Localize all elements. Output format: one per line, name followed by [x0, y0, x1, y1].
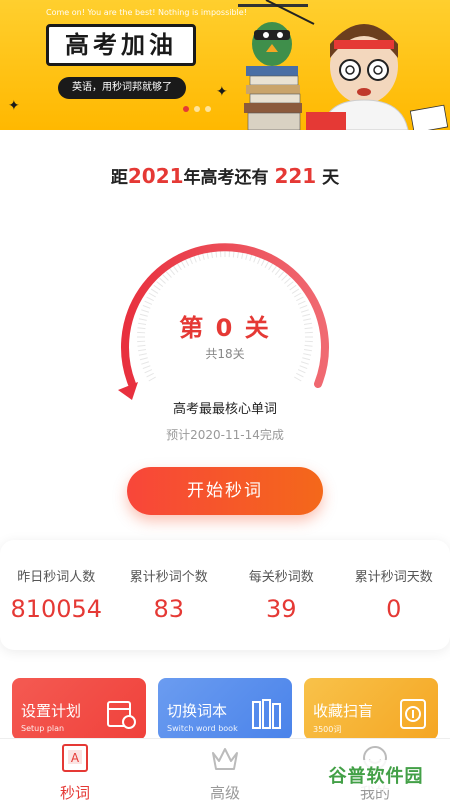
banner-subtitle: Come on! You are the best! Nothing is im…: [46, 8, 247, 17]
banner-title: 高考加油: [46, 24, 196, 66]
dial-tick: [142, 365, 151, 370]
stat-value: 39: [265, 595, 297, 623]
current-level: 第 0 关: [179, 314, 271, 342]
dial-tick: [144, 369, 153, 374]
dial-tick: [274, 268, 281, 276]
banner-slogan: 英语，用秒词邦就够了: [58, 77, 186, 99]
app-screen: Come on! You are the best! Nothing is im…: [0, 0, 450, 800]
calendar-icon: [107, 701, 136, 729]
card-title: 切换词本: [167, 702, 228, 720]
exam-countdown: 距2021年高考还有 221 天: [0, 163, 450, 188]
stat-value: 810054: [10, 595, 103, 623]
dial-tick: [271, 265, 278, 273]
dial-tick: [172, 265, 179, 273]
watermark-logo: 谷普软件园: [312, 760, 440, 790]
student-illustration: [238, 0, 449, 130]
dial-tick: [153, 284, 161, 291]
dial-tick: [296, 372, 304, 378]
dial-tick: [141, 361, 150, 365]
favorites-card[interactable]: 收藏扫盲 3500词: [304, 678, 438, 740]
tab-advanced[interactable]: 高级: [150, 739, 300, 800]
dial-tick: [156, 281, 164, 288]
tab-words[interactable]: A 秒词: [0, 739, 150, 800]
countdown-days: 221: [274, 164, 317, 188]
stat-words-per-level: 每关秒词数 39: [225, 540, 338, 650]
dial-tick: [297, 369, 306, 374]
stat-label: 昨日秒词人数: [17, 570, 96, 585]
sparkle-icon: ✦: [216, 84, 228, 100]
dial-tick: [296, 296, 304, 302]
crown-icon: [212, 748, 238, 770]
stat-label: 累计秒词个数: [129, 570, 208, 585]
stat-total-days: 累计秒词天数 0: [338, 540, 450, 650]
tab-label: 秒词: [59, 784, 90, 800]
word-card-icon: A: [62, 744, 88, 772]
stat-total-words: 累计秒词个数 83: [113, 540, 226, 650]
stat-value: 0: [386, 595, 402, 623]
switch-book-card[interactable]: 切换词本 Switch word book: [158, 678, 292, 740]
dial-tick: [278, 271, 285, 278]
banner-pager[interactable]: [183, 106, 223, 114]
pager-dot: [183, 106, 189, 112]
countdown-prefix: 距: [110, 168, 128, 188]
dial-tick: [162, 274, 169, 281]
card-subtitle: 3500词: [313, 725, 342, 734]
pager-dot: [205, 106, 211, 112]
dial-tick: [300, 361, 309, 365]
total-levels: 共18关: [205, 347, 245, 361]
countdown-middle: 年高考还有: [183, 168, 275, 188]
dial-tick: [289, 284, 297, 291]
svg-text:A: A: [71, 751, 80, 765]
pager-dot: [194, 106, 200, 112]
dial-tick: [291, 288, 300, 294]
dial-tick: [297, 300, 306, 305]
start-button[interactable]: 开始秒词: [127, 467, 323, 515]
stat-label: 每关秒词数: [248, 570, 314, 585]
tab-label: 高级: [209, 784, 240, 800]
card-subtitle: Setup plan: [21, 724, 65, 733]
word-book-name: 高考最最核心单词: [172, 402, 277, 417]
dial-tick: [176, 262, 182, 271]
dial-tick: [286, 281, 294, 288]
dial-tick: [180, 260, 186, 268]
stats-card: 昨日秒词人数 810054 累计秒词个数 83 每关秒词数 39 累计秒词天数 …: [0, 540, 450, 650]
dial-tick: [159, 277, 166, 284]
stat-yesterday-users: 昨日秒词人数 810054: [0, 540, 113, 650]
dial-tick: [144, 300, 153, 305]
stat-value: 83: [153, 595, 185, 623]
expected-finish: 预计2020-11-14完成: [166, 428, 284, 442]
dial-tick: [294, 376, 302, 382]
card-subtitle: Switch word book: [167, 724, 238, 733]
dial-tick: [169, 268, 176, 276]
feature-cards: 设置计划 Setup plan 切换词本 Switch word book 收藏…: [12, 678, 438, 740]
watermark-text: 谷普软件园: [328, 766, 424, 787]
dial-tick: [165, 271, 172, 278]
countdown-year: 2021: [127, 164, 184, 188]
dial-tick: [146, 372, 154, 378]
card-title: 收藏扫盲: [313, 702, 374, 720]
promo-banner[interactable]: Come on! You are the best! Nothing is im…: [0, 0, 450, 130]
archive-icon: [400, 699, 426, 729]
books-icon: [252, 699, 281, 729]
dial-tick: [294, 292, 302, 298]
dial-tick: [146, 296, 154, 302]
sparkle-icon: ✦: [8, 98, 20, 114]
dial-tick: [264, 260, 270, 268]
dial-tick: [148, 376, 156, 382]
dial-tick: [299, 365, 308, 370]
dial-tick: [268, 262, 274, 271]
dial-tick: [284, 277, 291, 284]
dial-tick: [148, 292, 156, 298]
stat-label: 累计秒词天数: [354, 570, 433, 585]
dial-tick: [281, 274, 288, 281]
dial-tick: [150, 288, 159, 294]
countdown-suffix: 天: [316, 168, 340, 188]
setup-plan-card[interactable]: 设置计划 Setup plan: [12, 678, 146, 740]
card-title: 设置计划: [21, 702, 82, 720]
